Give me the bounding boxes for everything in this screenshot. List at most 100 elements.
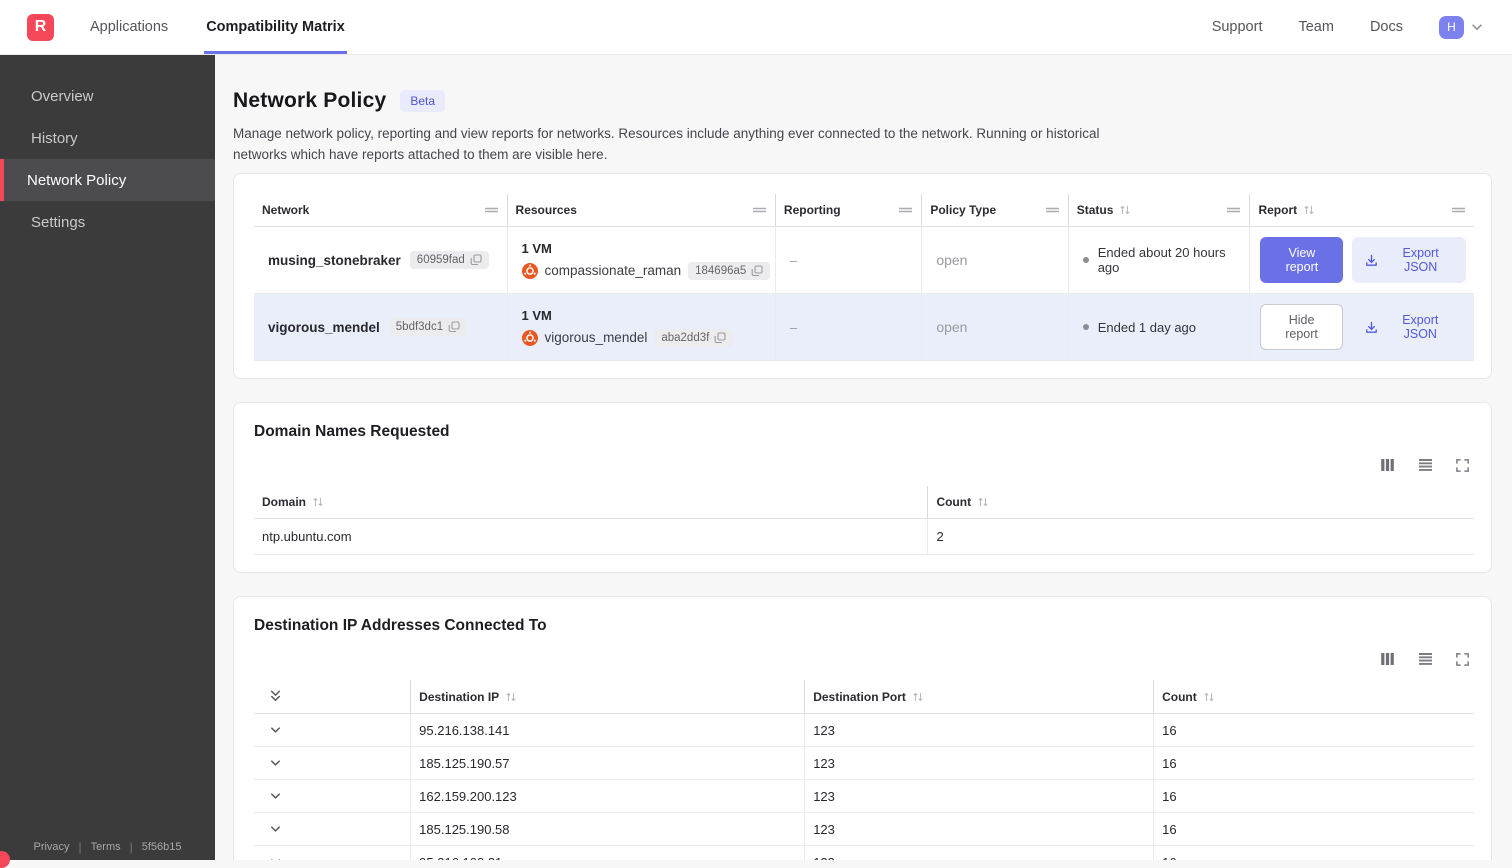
double-chevron-down-icon[interactable] [268,689,283,704]
status-dot [1082,257,1089,263]
destination-ip-cell: 162.159.200.123 [410,780,804,812]
copy-icon[interactable] [714,331,726,344]
sidebar-item-overview[interactable]: Overview [0,75,215,117]
report-cell: View report Export JSON [1249,227,1473,293]
status-text: Ended 1 day ago [1097,319,1197,335]
page-description: Manage network policy, reporting and vie… [233,126,1100,162]
tab-compatibility-matrix[interactable]: Compatibility Matrix [204,0,347,54]
export-json-button[interactable]: Export JSON [1352,237,1466,283]
destination-port-cell: 123 [804,714,1153,746]
user-menu[interactable]: H [1439,15,1484,39]
columns-icon[interactable] [1379,651,1396,667]
drag-handle-icon[interactable] [484,206,499,214]
privacy-link[interactable]: Privacy [33,841,69,853]
tab-compatibility-matrix-label: Compatibility Matrix [206,19,345,35]
drag-handle-icon[interactable] [898,206,913,214]
support-link[interactable]: Support [1212,19,1263,35]
domain-row[interactable]: ntp.ubuntu.com 2 [254,519,1474,555]
chevron-down-icon [268,723,283,738]
network-row[interactable]: musing_stonebraker 60959fad 1 VM compass… [254,227,1474,294]
network-id-pill[interactable]: 5bdf3dc1 [388,318,468,336]
copy-icon[interactable] [751,264,763,277]
copy-icon[interactable] [470,254,482,266]
column-header-destination-port[interactable]: Destination Port [804,680,1153,713]
table-toolbar [254,651,1470,667]
resource-id: 184696a5 [695,264,747,277]
sidebar-item-settings[interactable]: Settings [0,201,215,243]
export-json-button[interactable]: Export JSON [1352,304,1466,350]
drag-handle-icon[interactable] [1226,206,1241,214]
resource-id-pill[interactable]: 184696a5 [688,261,771,280]
vm-count: 1 VM [521,240,552,256]
row-expand-toggle[interactable] [254,780,410,812]
expand-all-header[interactable] [254,680,410,713]
expand-icon[interactable] [1455,458,1470,473]
column-header-reporting[interactable]: Reporting [774,194,921,226]
sort-icon[interactable] [1119,204,1131,216]
resource-id-pill[interactable]: aba2dd3f [654,328,734,347]
tab-applications-label: Applications [90,19,169,35]
sort-icon[interactable] [1303,204,1315,216]
drag-handle-icon[interactable] [1451,206,1466,214]
expand-icon[interactable] [1455,652,1470,667]
destination-row[interactable]: 185.125.190.58 123 16 [254,813,1474,846]
ubuntu-icon [521,262,538,279]
column-header-report[interactable]: Report [1249,194,1473,226]
network-cell: vigorous_mendel 5bdf3dc1 [254,294,507,360]
network-row[interactable]: vigorous_mendel 5bdf3dc1 1 VM vigorous_m… [254,294,1474,361]
column-header-policy-type[interactable]: Policy Type [921,194,1067,226]
app-logo[interactable]: R [27,13,54,41]
row-expand-toggle[interactable] [254,846,410,860]
column-header-destination-ip[interactable]: Destination IP [410,680,804,713]
beta-badge: Beta [400,90,446,112]
terms-link[interactable]: Terms [91,841,121,853]
tab-applications[interactable]: Applications [88,0,170,54]
drag-handle-icon[interactable] [752,206,767,214]
copy-icon[interactable] [448,321,460,333]
hide-report-button[interactable]: Hide report [1260,304,1343,350]
row-expand-toggle[interactable] [254,813,410,845]
view-report-button[interactable]: View report [1260,237,1344,283]
team-link[interactable]: Team [1298,19,1333,35]
footer-divider: | [129,840,133,854]
sidebar-item-history[interactable]: History [0,117,215,159]
build-version: 5f56b15 [141,841,182,853]
card-title: Destination IP Addresses Connected To [254,617,547,634]
rows-icon[interactable] [1417,651,1434,667]
column-header-status[interactable]: Status [1067,194,1250,226]
column-header-resources[interactable]: Resources [506,194,775,226]
row-expand-toggle[interactable] [254,747,410,779]
network-id-pill[interactable]: 60959fad [409,251,489,269]
destination-ip-cell: 185.125.190.57 [410,747,804,779]
drag-handle-icon[interactable] [1045,206,1060,214]
resource-name: vigorous_mendel [544,330,648,345]
sort-icon[interactable] [977,496,989,508]
sort-icon[interactable] [505,691,517,703]
avatar[interactable]: H [1439,15,1464,39]
columns-icon[interactable] [1379,457,1396,473]
docs-link[interactable]: Docs [1370,19,1403,35]
destination-row[interactable]: 185.125.190.57 123 16 [254,747,1474,780]
rows-icon[interactable] [1417,457,1434,473]
sidebar-item-network-policy[interactable]: Network Policy [0,159,215,201]
destination-row[interactable]: 162.159.200.123 123 16 [254,780,1474,813]
destination-row[interactable]: 95.216.100.21 123 16 [254,846,1474,860]
footer-divider: | [78,840,82,854]
destination-row[interactable]: 95.216.138.141 123 16 [254,714,1474,747]
column-header-count[interactable]: Count [1153,680,1473,713]
reporting-cell: – [774,227,921,293]
column-header-network[interactable]: Network [254,194,507,226]
chevron-down-icon [268,756,283,771]
column-header-domain[interactable]: Domain [254,486,927,518]
resources-cell: 1 VM compassionate_raman 184696a5 [506,227,775,293]
sort-icon[interactable] [1203,691,1215,703]
resource-id: aba2dd3f [661,331,710,344]
domain-names-card: Domain Names Requested Domain Count ntp.… [233,402,1492,573]
sort-icon[interactable] [912,691,924,703]
network-name: vigorous_mendel [268,319,380,335]
row-expand-toggle[interactable] [254,714,410,746]
sort-icon[interactable] [312,496,324,508]
column-label: Resources [515,203,577,217]
column-header-count[interactable]: Count [927,486,1474,518]
column-label: Policy Type [930,203,997,217]
